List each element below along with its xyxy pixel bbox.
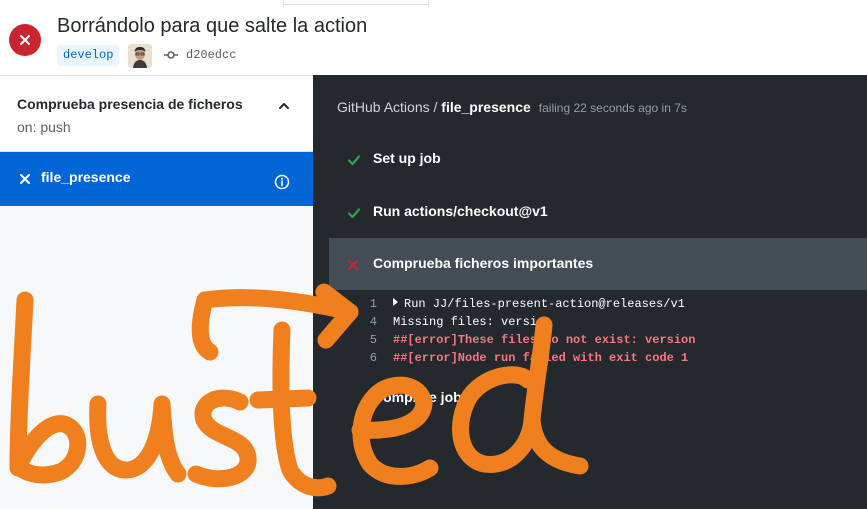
log-job-name: file_presence [441, 99, 531, 115]
commit-icon [164, 48, 178, 67]
workflow-sidebar: Comprueba presencia de ficheros on: push… [0, 76, 313, 509]
log-heading: GitHub Actions / file_presence failing 22… [337, 99, 687, 115]
run-header: Borrándolo para que salte la action deve… [0, 0, 867, 76]
log-panel: GitHub Actions / file_presence failing 22… [313, 75, 867, 509]
log-line-number[interactable]: 6 [359, 349, 377, 367]
log-line[interactable]: 4 Missing files: version [359, 313, 695, 331]
active-tab-marker [283, 0, 429, 5]
log-line-text: ##[error]Node run failed with exit code … [393, 351, 689, 365]
log-line-text: Run JJ/files-present-action@releases/v1 [404, 297, 685, 311]
avatar[interactable] [128, 44, 152, 68]
log-heading-separator: / [429, 99, 442, 115]
workflow-name: Comprueba presencia de ficheros [17, 96, 243, 112]
log-line[interactable]: 1 Run JJ/files-present-action@releases/v1 [359, 295, 695, 313]
check-icon [347, 153, 361, 172]
x-icon [347, 258, 359, 276]
job-failed-icon [19, 172, 31, 190]
workflow-trigger: on: push [17, 119, 71, 135]
log-line[interactable]: 5 ##[error]These files do not exist: vers… [359, 331, 696, 349]
chevron-up-icon[interactable] [278, 99, 290, 117]
info-icon[interactable] [274, 174, 290, 195]
log-line[interactable]: 6 ##[error]Node run failed with exit code… [359, 349, 695, 367]
step-set-up-job[interactable]: Set up job [329, 133, 867, 185]
step-label: Complete job [373, 389, 462, 405]
log-line-text: Missing files: version [393, 315, 552, 329]
step-log-output: 1 Run JJ/files-present-action@releases/v1… [359, 295, 696, 367]
log-line-number[interactable]: 1 [359, 295, 377, 313]
log-line-text: ##[error]These files do not exist: versi… [393, 333, 696, 347]
log-job-meta: failing 22 seconds ago in 7s [538, 101, 687, 115]
step-label: Run actions/checkout@v1 [373, 203, 548, 219]
run-title: Borrándolo para que salte la action [57, 15, 368, 37]
step-comprueba-ficheros[interactable]: Comprueba ficheros importantes [329, 238, 867, 290]
check-icon [347, 206, 361, 225]
step-label: Comprueba ficheros importantes [373, 255, 594, 271]
job-name: file_presence [41, 169, 131, 185]
run-status-failed-icon [9, 24, 41, 56]
commit-sha[interactable]: d20edcc [186, 48, 236, 62]
job-item-file-presence[interactable]: file_presence [0, 152, 313, 206]
step-complete-job[interactable]: Complete job [329, 372, 867, 424]
step-label: Set up job [373, 150, 441, 166]
branch-badge[interactable]: develop [57, 45, 120, 66]
workflow-summary[interactable]: Comprueba presencia de ficheros on: push [0, 76, 313, 152]
step-run-checkout[interactable]: Run actions/checkout@v1 [329, 186, 867, 238]
expand-triangle-icon[interactable] [393, 298, 398, 306]
log-workflow-name: GitHub Actions [337, 99, 430, 115]
log-line-number[interactable]: 5 [359, 331, 377, 349]
log-line-number[interactable]: 4 [359, 313, 377, 331]
